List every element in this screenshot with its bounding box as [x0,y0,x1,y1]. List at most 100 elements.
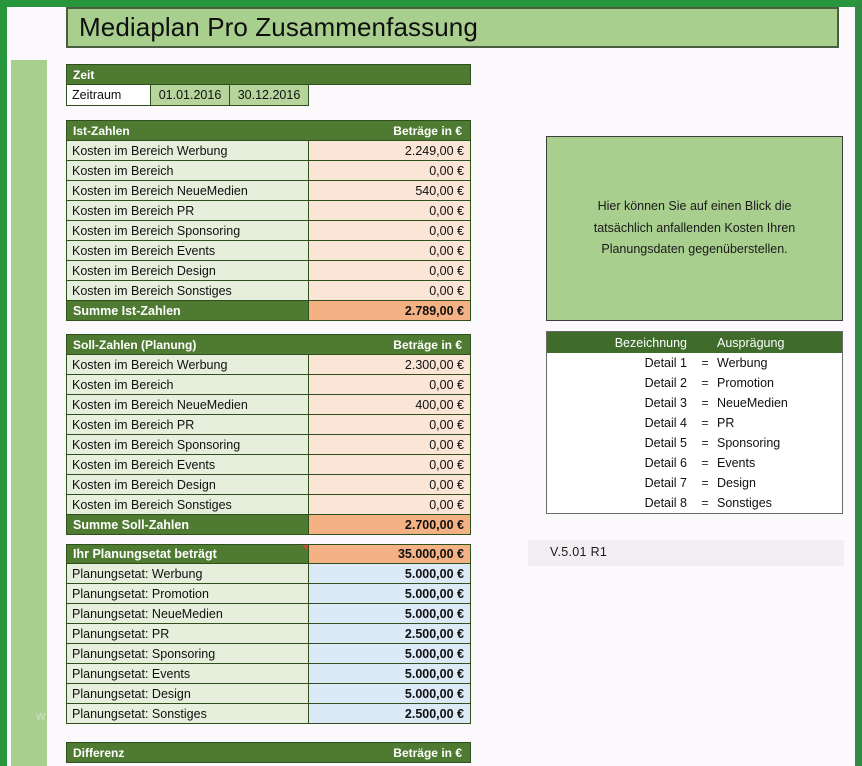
row-label: Kosten im Bereich Sponsoring [66,435,309,455]
legend-value: Sponsoring [717,436,781,450]
zeit-period-label: Zeitraum [66,85,151,106]
etat-header-row: Ihr Planungsetat beträgt 35.000,00 € [66,544,471,564]
table-row: Kosten im Bereich NeueMedien 540,00 € [66,181,471,201]
row-value: 540,00 € [309,181,471,201]
legend-name: Detail 1 [644,356,687,370]
list-item: Detail 4 = PR [547,413,842,433]
legend-name: Detail 7 [644,476,687,490]
zeit-date-to[interactable]: 30.12.2016 [230,85,309,106]
row-value: 0,00 € [309,241,471,261]
row-label: Kosten im Bereich [66,375,309,395]
row-value: 0,00 € [309,455,471,475]
legend-value: Events [717,456,756,470]
table-row: Kosten im Bereich Werbung 2.300,00 € [66,355,471,375]
differenz-section: Differenz Beträge in € [66,742,471,763]
row-label: Kosten im Bereich NeueMedien [66,181,309,201]
table-row: Kosten im Bereich 0,00 € [66,375,471,395]
table-row: Kosten im Bereich Werbung 2.249,00 € [66,141,471,161]
row-label: Planungsetat: Werbung [66,564,309,584]
legend-equals: = [701,356,709,370]
row-value[interactable]: 5.000,00 € [309,604,471,624]
table-row: Planungsetat: Design 5.000,00 € [66,684,471,704]
row-value: 0,00 € [309,261,471,281]
planungsetat-section: Ihr Planungsetat beträgt 35.000,00 € Pla… [66,544,471,724]
table-row: Planungsetat: NeueMedien 5.000,00 € [66,604,471,624]
soll-header-label: Soll-Zahlen (Planung) [73,337,197,352]
row-label: Kosten im Bereich Design [66,261,309,281]
list-item: Detail 8 = Sonstiges [547,493,842,513]
row-value[interactable]: 2.500,00 € [309,704,471,724]
row-label: Planungsetat: Sonstiges [66,704,309,724]
legend-value: NeueMedien [717,396,788,410]
soll-summary-row: Summe Soll-Zahlen 2.700,00 € [66,515,471,535]
legend-name: Detail 4 [644,416,687,430]
legend-equals: = [701,476,709,490]
row-label: Kosten im Bereich Sonstiges [66,281,309,301]
row-value: 2.300,00 € [309,355,471,375]
legend-value: PR [717,416,735,430]
table-row: Kosten im Bereich 0,00 € [66,161,471,181]
list-item: Detail 6 = Events [547,453,842,473]
row-value: 0,00 € [309,375,471,395]
row-label: Kosten im Bereich Sponsoring [66,221,309,241]
differenz-header-row: Differenz Beträge in € [66,742,471,763]
row-label: Kosten im Bereich [66,161,309,181]
row-value[interactable]: 2.500,00 € [309,624,471,644]
legend-value: Werbung [717,356,768,370]
table-row: Kosten im Bereich Events 0,00 € [66,241,471,261]
row-label: Planungsetat: Design [66,684,309,704]
legend-name: Detail 6 [644,456,687,470]
legend-header-row: Bezeichnung Ausprägung [547,332,842,353]
zeit-header-label: Zeit [73,67,95,82]
zeit-period-row: Zeitraum 01.01.2016 30.12.2016 [66,85,471,106]
legend-value: Promotion [717,376,774,390]
list-item: Detail 3 = NeueMedien [547,393,842,413]
etat-rows: Planungsetat: Werbung 5.000,00 € Planung… [66,564,471,724]
zeit-date-from[interactable]: 01.01.2016 [151,85,230,106]
legend-equals: = [701,436,709,450]
row-label: Planungsetat: Promotion [66,584,309,604]
table-row: Kosten im Bereich Design 0,00 € [66,475,471,495]
table-row: Kosten im Bereich Sonstiges 0,00 € [66,495,471,515]
legend-equals: = [701,456,709,470]
row-value[interactable]: 5.000,00 € [309,564,471,584]
row-value: 400,00 € [309,395,471,415]
row-value[interactable]: 5.000,00 € [309,584,471,604]
ist-rows: Kosten im Bereich Werbung 2.249,00 € Kos… [66,141,471,301]
soll-summary-label: Summe Soll-Zahlen [66,515,309,535]
etat-total-value: 35.000,00 € [309,544,471,564]
row-value: 0,00 € [309,475,471,495]
legend-equals: = [701,496,709,510]
ist-amount-header: Beträge in € [393,123,462,138]
row-value: 0,00 € [309,495,471,515]
row-label: Kosten im Bereich Events [66,455,309,475]
table-row: Kosten im Bereich PR 0,00 € [66,415,471,435]
row-label: Planungsetat: PR [66,624,309,644]
row-label: Planungsetat: NeueMedien [66,604,309,624]
row-label: Kosten im Bereich Design [66,475,309,495]
differenz-amount-header: Beträge in € [393,745,462,760]
row-value: 0,00 € [309,221,471,241]
table-row: Kosten im Bereich Sponsoring 0,00 € [66,435,471,455]
row-label: Kosten im Bereich Werbung [66,355,309,375]
comment-marker-icon [302,545,308,551]
row-label: Kosten im Bereich PR [66,201,309,221]
legend-name: Detail 2 [644,376,687,390]
ist-summary-value: 2.789,00 € [309,301,471,321]
list-item: Detail 7 = Design [547,473,842,493]
list-item: Detail 5 = Sponsoring [547,433,842,453]
row-label: Planungsetat: Events [66,664,309,684]
row-value[interactable]: 5.000,00 € [309,684,471,704]
table-row: Planungsetat: Sonstiges 2.500,00 € [66,704,471,724]
row-label: Kosten im Bereich PR [66,415,309,435]
legend-name: Detail 8 [644,496,687,510]
table-row: Kosten im Bereich NeueMedien 400,00 € [66,395,471,415]
legend-name: Detail 3 [644,396,687,410]
legend-value: Design [717,476,756,490]
row-value: 0,00 € [309,415,471,435]
row-value[interactable]: 5.000,00 € [309,664,471,684]
soll-zahlen-section: Soll-Zahlen (Planung) Beträge in € Koste… [66,334,471,535]
table-row: Kosten im Bereich Sonstiges 0,00 € [66,281,471,301]
row-value[interactable]: 5.000,00 € [309,644,471,664]
row-value: 0,00 € [309,161,471,181]
